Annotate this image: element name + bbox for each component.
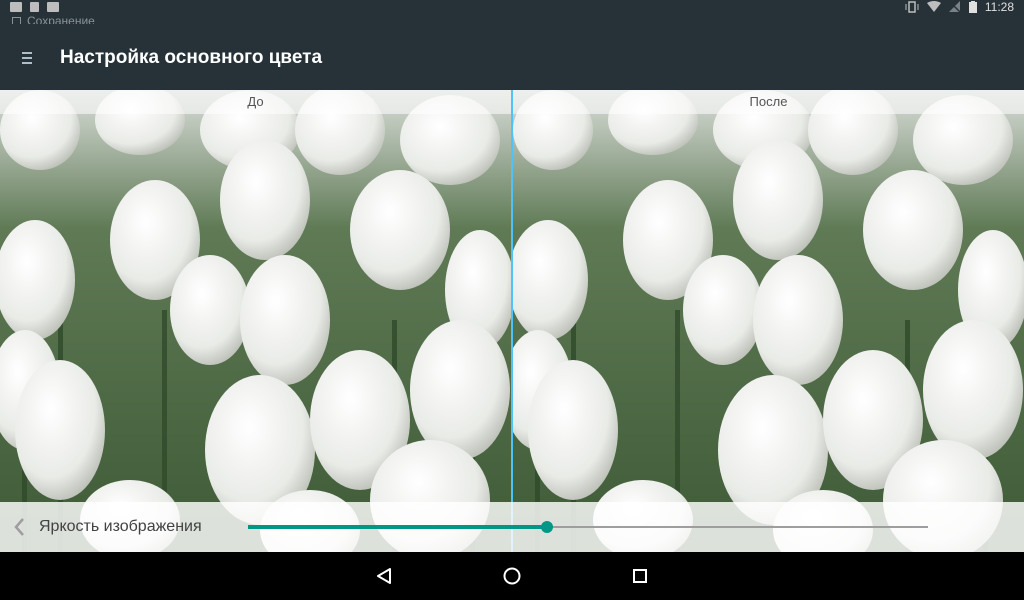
before-photo [0, 90, 511, 552]
copy-icon [47, 2, 59, 12]
image-icon [10, 2, 22, 12]
battery-icon [968, 1, 977, 13]
navigation-bar [0, 552, 1024, 600]
slider-thumb[interactable] [541, 521, 553, 533]
after-label: После [513, 90, 1024, 114]
brightness-label: Яркость изображения [39, 518, 202, 535]
vibrate-icon [905, 1, 919, 13]
recents-icon[interactable] [628, 564, 652, 588]
brightness-slider[interactable] [248, 521, 928, 533]
brightness-control: Яркость изображения [0, 502, 1024, 552]
clock: 11:28 [984, 0, 1014, 14]
after-photo [513, 90, 1024, 552]
status-bar: Сохранение 11:28 [0, 0, 1024, 26]
wifi-icon [926, 1, 941, 12]
before-label: До [0, 90, 511, 114]
back-icon[interactable] [372, 564, 396, 588]
page-title: Настройка основного цвета [60, 47, 323, 68]
chevron-left-icon[interactable] [10, 515, 30, 539]
slider-fill [248, 525, 547, 529]
after-pane: После [513, 90, 1024, 552]
menu-icon[interactable] [22, 52, 36, 66]
status-right-icons: 11:28 [905, 0, 1014, 14]
app-bar: Настройка основного цвета [0, 24, 1024, 90]
doc-icon [30, 2, 39, 12]
signal-icon [948, 1, 961, 13]
home-icon[interactable] [500, 564, 524, 588]
before-after-compare[interactable]: До После [0, 90, 1024, 552]
before-pane: До [0, 90, 511, 552]
status-left-icons [10, 0, 59, 14]
